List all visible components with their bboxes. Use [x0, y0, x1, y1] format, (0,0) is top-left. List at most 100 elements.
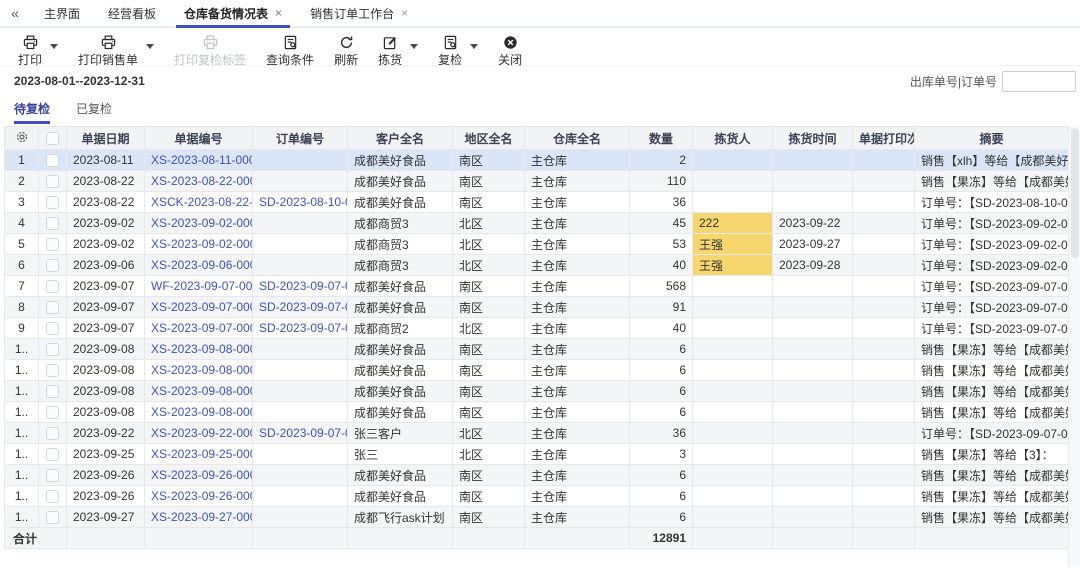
- doc-no-link[interactable]: XS-2023-09-08-00025: [144, 359, 253, 381]
- column-header[interactable]: 单据打印次数: [852, 126, 915, 150]
- doc-no-link[interactable]: XS-2023-09-08-00026: [144, 380, 253, 402]
- table-row[interactable]: 3 2023-08-22 XSCK-2023-08-22-00001 SD-20…: [4, 191, 1069, 213]
- doc-no-link[interactable]: XS-2023-09-07-00022: [144, 296, 253, 318]
- date-range-filter[interactable]: 2023-08-01--2023-12-31: [14, 74, 145, 88]
- table-row[interactable]: 1.. 2023-09-08 XS-2023-09-08-00026 成都美好食…: [4, 380, 1069, 402]
- tab-close-icon[interactable]: [275, 7, 282, 19]
- row-checkbox[interactable]: [46, 196, 59, 210]
- table-row[interactable]: 2 2023-08-22 XS-2023-08-22-00014 成都美好食品 …: [4, 170, 1069, 192]
- doc-no-link[interactable]: XS-2023-09-06-00018: [144, 254, 253, 276]
- column-header[interactable]: 摘要: [914, 126, 1069, 150]
- row-checkbox[interactable]: [46, 406, 59, 420]
- order-no-link[interactable]: SD-2023-09-07-00014: [252, 317, 348, 339]
- row-checkbox[interactable]: [46, 301, 59, 315]
- tab-sales-order-workbench[interactable]: 销售订单工作台: [296, 0, 422, 26]
- column-header[interactable]: 数量: [629, 126, 693, 150]
- row-checkbox[interactable]: [46, 322, 59, 336]
- doc-no-link[interactable]: XS-2023-09-02-00017: [144, 233, 253, 255]
- doc-no-link[interactable]: XS-2023-09-08-00024: [144, 338, 253, 360]
- order-no-link[interactable]: SD-2023-08-10-00002: [252, 191, 348, 213]
- print-button[interactable]: 打印: [12, 34, 64, 68]
- scrollbar-thumb[interactable]: [1071, 128, 1079, 258]
- table-row[interactable]: 9 2023-09-07 XS-2023-09-07-00023 SD-2023…: [4, 317, 1069, 339]
- column-header[interactable]: 仓库全名: [524, 126, 630, 150]
- row-checkbox[interactable]: [46, 238, 59, 252]
- table-row[interactable]: 1.. 2023-09-26 XS-2023-09-26-00032 成都美好食…: [4, 464, 1069, 486]
- row-checkbox[interactable]: [46, 175, 59, 189]
- doc-no-link[interactable]: XS-2023-09-25-00031: [144, 443, 253, 465]
- column-header[interactable]: 单据日期: [66, 126, 145, 150]
- row-checkbox[interactable]: [46, 280, 59, 294]
- order-no-link[interactable]: SD-2023-09-07-00005: [252, 422, 348, 444]
- view-tab-rechecked[interactable]: 已复检: [76, 100, 112, 124]
- refresh-button[interactable]: 刷新: [328, 34, 364, 68]
- tab-warehouse-stock-report[interactable]: 仓库备货情况表: [170, 0, 296, 28]
- vertical-scrollbar[interactable]: [1068, 126, 1080, 566]
- select-all-checkbox[interactable]: [46, 132, 59, 146]
- table-row[interactable]: 1.. 2023-09-08 XS-2023-09-08-00025 成都美好食…: [4, 359, 1069, 381]
- doc-no-link[interactable]: XS-2023-09-22-00030: [144, 422, 253, 444]
- table-row[interactable]: 1.. 2023-09-25 XS-2023-09-25-00031 张三 北区…: [4, 443, 1069, 465]
- column-header[interactable]: 拣货时间: [772, 126, 853, 150]
- column-header[interactable]: 客户全名: [347, 126, 453, 150]
- order-no-link[interactable]: [252, 254, 348, 276]
- picking-button[interactable]: 拣货: [372, 34, 424, 68]
- doc-no-link[interactable]: XS-2023-09-07-00023: [144, 317, 253, 339]
- row-checkbox[interactable]: [46, 385, 59, 399]
- table-row[interactable]: 4 2023-09-02 XS-2023-09-02-00016 成都商贸3 北…: [4, 212, 1069, 234]
- doc-no-link[interactable]: XSCK-2023-08-22-00001: [144, 191, 253, 213]
- dropdown-caret-icon[interactable]: [410, 43, 419, 49]
- order-no-link[interactable]: [252, 359, 348, 381]
- table-row[interactable]: 6 2023-09-06 XS-2023-09-06-00018 成都商贸3 北…: [4, 254, 1069, 276]
- gear-icon[interactable]: [15, 130, 29, 144]
- doc-no-link[interactable]: XS-2023-09-08-00027: [144, 401, 253, 423]
- table-row[interactable]: 1.. 2023-09-22 XS-2023-09-22-00030 SD-20…: [4, 422, 1069, 444]
- query-conditions-button[interactable]: 查询条件: [260, 34, 320, 68]
- doc-no-link[interactable]: WF-2023-09-07-00003: [144, 275, 253, 297]
- order-no-link[interactable]: [252, 380, 348, 402]
- doc-no-link[interactable]: XS-2023-09-26-00033: [144, 485, 253, 507]
- row-checkbox[interactable]: [46, 343, 59, 357]
- row-checkbox[interactable]: [46, 469, 59, 483]
- column-header[interactable]: 地区全名: [452, 126, 525, 150]
- order-no-link[interactable]: [252, 485, 348, 507]
- doc-no-link[interactable]: XS-2023-08-22-00014: [144, 170, 253, 192]
- dropdown-caret-icon[interactable]: [146, 43, 155, 49]
- dropdown-caret-icon[interactable]: [50, 43, 59, 49]
- table-row[interactable]: 1.. 2023-09-08 XS-2023-09-08-00027 成都美好食…: [4, 401, 1069, 423]
- print-sales-order-button[interactable]: 打印销售单: [72, 34, 160, 68]
- collapse-tabs-icon[interactable]: [0, 0, 30, 26]
- order-no-link[interactable]: [252, 233, 348, 255]
- table-row[interactable]: 1 2023-08-11 XS-2023-08-11-00013 成都美好食品 …: [4, 149, 1069, 171]
- tab-business-dashboard[interactable]: 经营看板: [94, 0, 170, 26]
- tab-close-icon[interactable]: [401, 7, 408, 19]
- row-checkbox[interactable]: [46, 448, 59, 462]
- row-checkbox[interactable]: [46, 490, 59, 504]
- order-no-link[interactable]: [252, 338, 348, 360]
- doc-no-link[interactable]: XS-2023-09-27-00034: [144, 506, 253, 528]
- order-no-link[interactable]: [252, 464, 348, 486]
- order-no-link[interactable]: SD-2023-09-07-00017: [252, 296, 348, 318]
- row-checkbox[interactable]: [46, 259, 59, 273]
- tab-main-screen[interactable]: 主界面: [30, 0, 94, 26]
- table-row[interactable]: 1.. 2023-09-27 XS-2023-09-27-00034 成都飞行a…: [4, 506, 1069, 528]
- order-no-link[interactable]: [252, 149, 348, 171]
- column-header[interactable]: 订单编号: [252, 126, 348, 150]
- row-checkbox[interactable]: [46, 154, 59, 168]
- close-button[interactable]: 关闭: [492, 34, 528, 68]
- view-tab-pending-recheck[interactable]: 待复检: [14, 100, 51, 124]
- column-header[interactable]: 拣货人: [692, 126, 773, 150]
- recheck-button[interactable]: 复检: [432, 34, 484, 68]
- order-no-link[interactable]: [252, 212, 348, 234]
- row-checkbox[interactable]: [46, 511, 59, 525]
- search-input[interactable]: [1002, 71, 1076, 92]
- table-row[interactable]: 5 2023-09-02 XS-2023-09-02-00017 成都商贸3 北…: [4, 233, 1069, 255]
- column-header[interactable]: 单据编号: [144, 126, 253, 150]
- order-no-link[interactable]: [252, 170, 348, 192]
- doc-no-link[interactable]: XS-2023-09-02-00016: [144, 212, 253, 234]
- table-row[interactable]: 7 2023-09-07 WF-2023-09-07-00003 SD-2023…: [4, 275, 1069, 297]
- doc-no-link[interactable]: XS-2023-09-26-00032: [144, 464, 253, 486]
- row-checkbox[interactable]: [46, 217, 59, 231]
- table-row[interactable]: 1.. 2023-09-08 XS-2023-09-08-00024 成都美好食…: [4, 338, 1069, 360]
- row-checkbox[interactable]: [46, 364, 59, 378]
